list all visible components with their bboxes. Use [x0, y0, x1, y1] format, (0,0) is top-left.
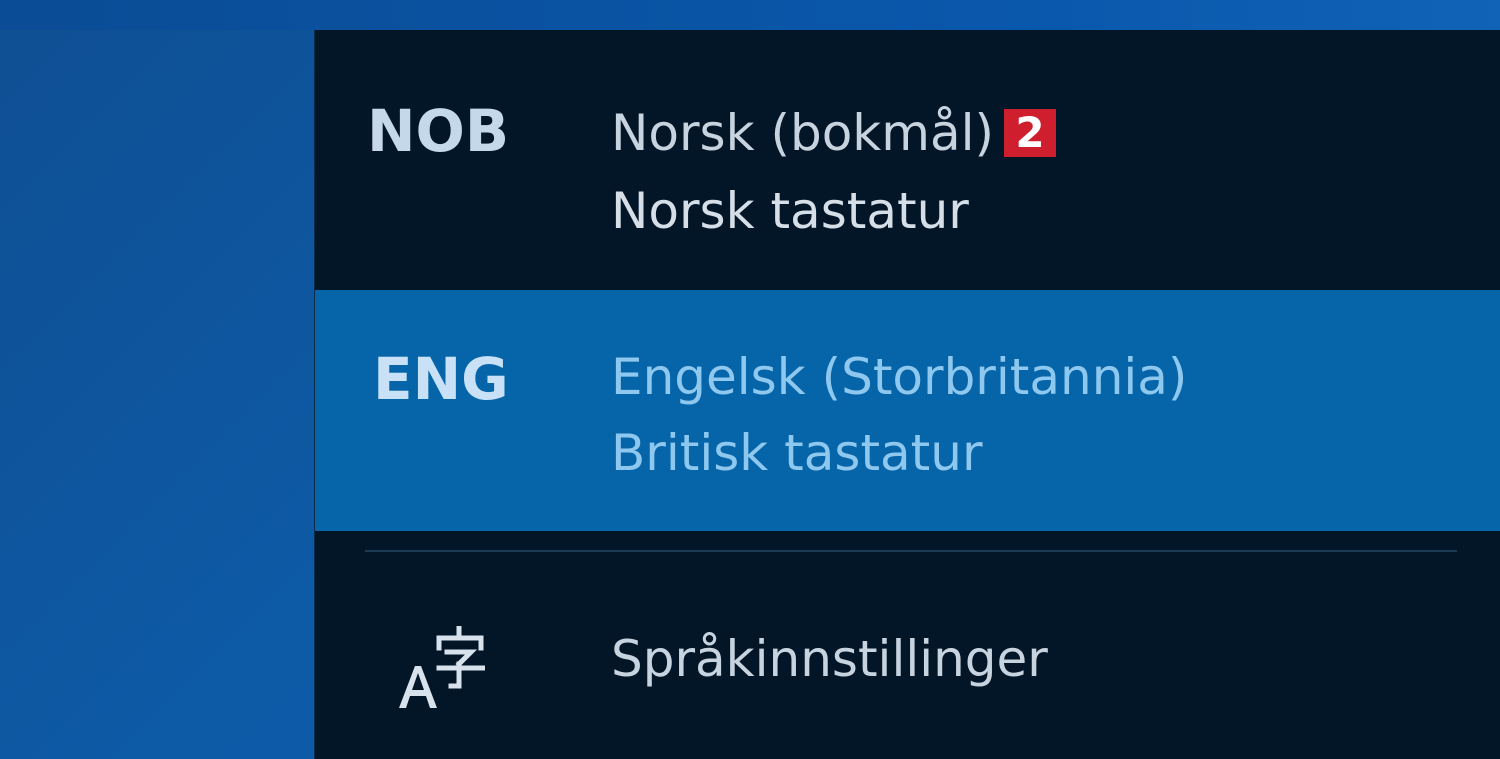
language-name: Norsk (bokmål) 2 [611, 102, 1056, 164]
desktop-background [0, 0, 1500, 30]
input-language-flyout: NOB Norsk (bokmål) 2 Norsk tastatur ENG E… [314, 30, 1500, 759]
annotation-badge: 2 [1003, 108, 1056, 157]
language-settings-label: Språkinnstillinger [611, 630, 1048, 688]
keyboard-layout: Britisk tastatur [611, 424, 983, 482]
language-settings-icon [399, 626, 485, 708]
keyboard-layout: Norsk tastatur [611, 182, 969, 240]
language-item-eng[interactable]: ENG Engelsk (Storbritannia) Britisk tast… [315, 290, 1500, 531]
language-name-text: Norsk (bokmål) [611, 104, 994, 162]
language-code: NOB [367, 97, 510, 165]
language-code: ENG [373, 345, 509, 413]
language-settings-link[interactable]: Språkinnstillinger [315, 590, 1500, 740]
language-item-nob[interactable]: NOB Norsk (bokmål) 2 Norsk tastatur [315, 30, 1500, 289]
divider [365, 550, 1457, 552]
language-name: Engelsk (Storbritannia) [611, 348, 1188, 406]
